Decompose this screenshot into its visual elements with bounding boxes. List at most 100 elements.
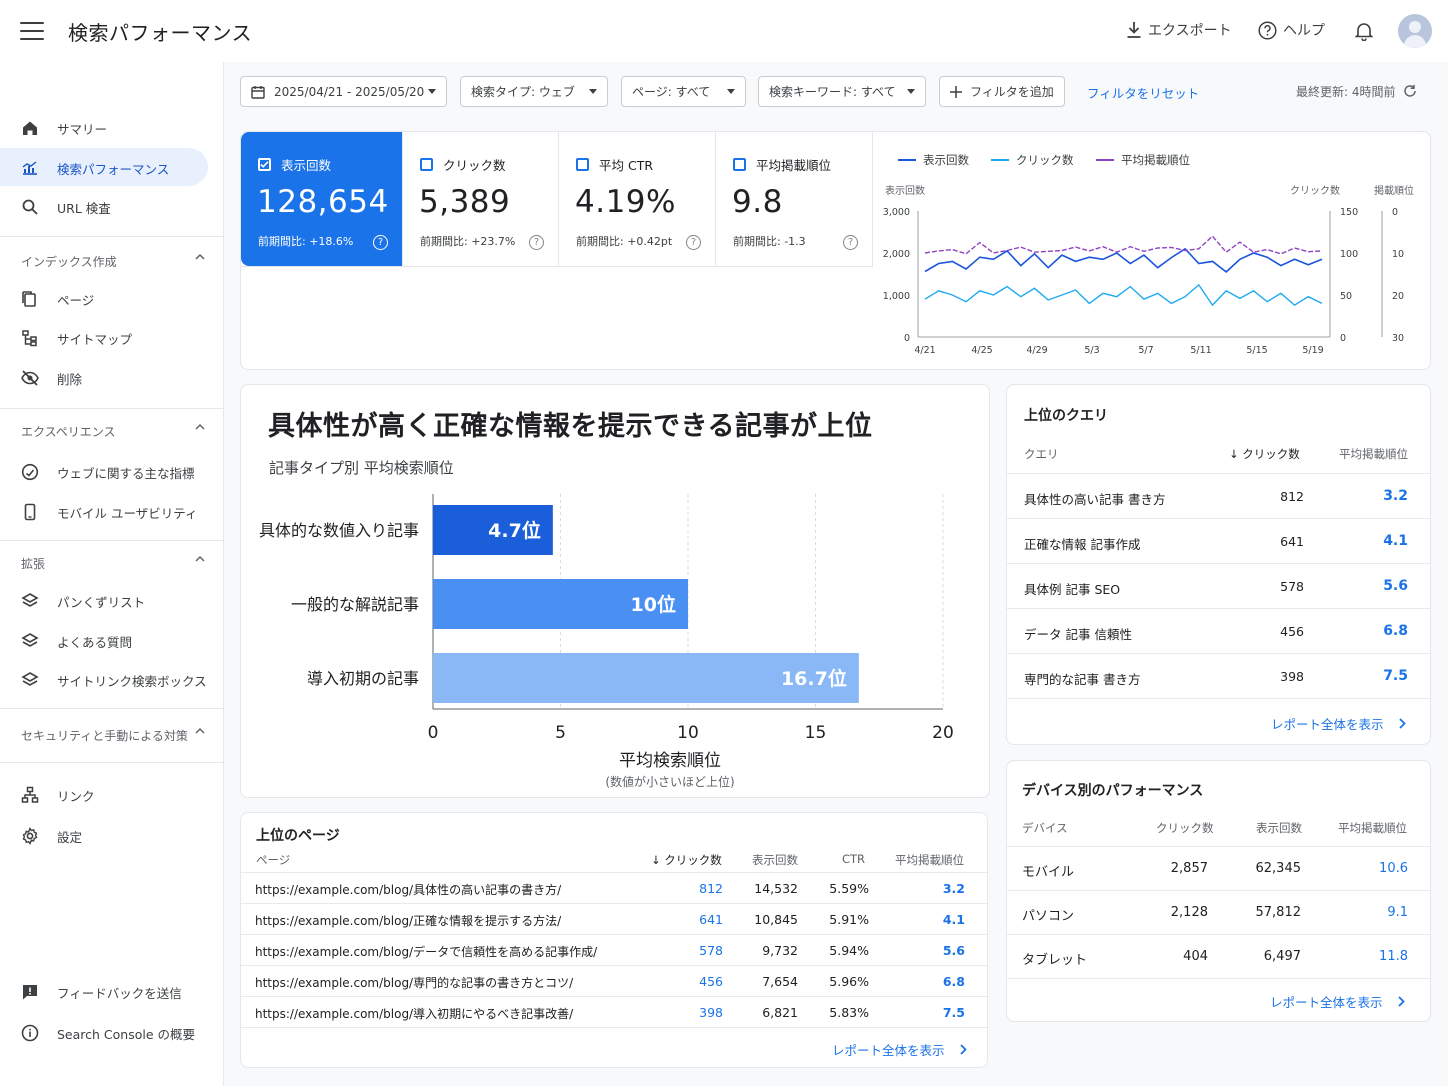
column-header-sorted[interactable]: ↓ クリック数 xyxy=(1229,446,1300,462)
x-tick: 5/15 xyxy=(1246,345,1267,356)
top-queries-title: 上位のクエリ xyxy=(1024,408,1108,424)
sidebar-item-feedback[interactable]: フィードバックを送信 xyxy=(0,972,210,1010)
row-divider xyxy=(1007,978,1430,979)
sidebar-item-removals[interactable]: 削除 xyxy=(0,358,210,396)
query-text[interactable]: 専門的な記事 書き方 xyxy=(1024,669,1140,688)
column-header[interactable]: 表示回数 xyxy=(1256,820,1302,836)
sidebar-item-label: フィードバックを送信 xyxy=(57,986,182,1001)
chevron-right-icon xyxy=(1398,718,1406,729)
column-header-sorted[interactable]: ↓ クリック数 xyxy=(651,852,722,868)
query-text[interactable]: 具体例 記事 SEO xyxy=(1024,579,1120,598)
section-experience[interactable]: エクスペリエンス xyxy=(21,423,211,440)
sidebar-item-summary[interactable]: サマリー xyxy=(0,108,210,146)
x-axis-note: (数値が小さいほど上位) xyxy=(605,774,734,789)
arrow-down-icon: ↓ xyxy=(651,853,665,867)
menu-icon[interactable] xyxy=(20,22,44,40)
chevron-right-icon xyxy=(959,1044,967,1055)
metric-value: 9.8 xyxy=(732,184,783,220)
section-title: インデックス作成 xyxy=(21,255,117,269)
devices-more-link[interactable]: レポート全体を表示 xyxy=(1270,992,1405,1011)
page-url[interactable]: https://example.com/blog/正確な情報を提示する方法/ xyxy=(255,912,561,929)
help-button[interactable]: ヘルプ xyxy=(1258,20,1325,40)
refresh-icon[interactable] xyxy=(1403,84,1417,98)
divider xyxy=(0,236,224,237)
top-pages-more-link[interactable]: レポート全体を表示 xyxy=(832,1040,967,1059)
metric-ctr[interactable]: 平均 CTR 4.19% 前期間比: +0.42pt ? xyxy=(559,132,716,266)
reset-filters-link[interactable]: フィルタをリセット xyxy=(1087,83,1199,102)
help-circle-icon[interactable]: ? xyxy=(843,235,858,250)
query-filter[interactable]: 検索キーワード: すべて xyxy=(758,76,926,107)
device-name: タブレット xyxy=(1022,953,1088,968)
y-left-tick: 1,000 xyxy=(883,291,910,302)
section-enhancements[interactable]: 拡張 xyxy=(21,555,211,572)
sidebar-item-url-inspection[interactable]: URL 検査 xyxy=(0,187,210,225)
metric-position[interactable]: 平均掲載順位 9.8 前期間比: -1.3 ? xyxy=(716,132,873,266)
help-circle-icon[interactable]: ? xyxy=(686,235,701,250)
export-button[interactable]: エクスポート xyxy=(1126,20,1232,40)
x-tick: 5/11 xyxy=(1190,345,1211,356)
clicks-value: 398 xyxy=(699,1005,723,1020)
export-label: エクスポート xyxy=(1148,23,1232,39)
position-value: 7.5 xyxy=(942,1005,965,1020)
column-header[interactable]: クリック数 xyxy=(1156,820,1214,836)
category-label: 一般的な解説記事 xyxy=(291,595,419,614)
notifications-button[interactable] xyxy=(1355,21,1379,41)
sidebar-item-label: サイトリンク検索ボックス xyxy=(57,674,207,689)
impressions-line xyxy=(924,247,1323,273)
sidebar-item-about[interactable]: Search Console の概要 xyxy=(0,1013,210,1051)
sidebar-item-pages[interactable]: ページ xyxy=(0,279,210,317)
sidebar-item-links[interactable]: リンク xyxy=(0,775,210,813)
sidebar-item-settings[interactable]: 設定 xyxy=(0,816,210,854)
column-header[interactable]: CTR xyxy=(842,852,865,866)
clicks-value: 641 xyxy=(1280,534,1304,549)
metric-clicks[interactable]: クリック数 5,389 前期間比: +23.7% ? xyxy=(403,132,559,266)
top-queries-more-link[interactable]: レポート全体を表示 xyxy=(1271,714,1406,733)
metric-impressions[interactable]: 表示回数 128,654 前期間比: +18.6% ? xyxy=(241,132,403,266)
sidebar-item-mobile-usability[interactable]: モバイル ユーザビリティ xyxy=(0,492,210,530)
sidebar-item-core-web-vitals[interactable]: ウェブに関する主な指標 xyxy=(0,452,210,490)
query-text[interactable]: データ 記事 信頼性 xyxy=(1024,624,1132,643)
column-header[interactable]: 平均掲載順位 xyxy=(1339,446,1408,462)
section-security[interactable]: セキュリティと手動による対策 xyxy=(21,727,211,744)
sidebar-item-performance[interactable]: 検索パフォーマンス xyxy=(0,148,208,186)
help-circle-icon[interactable]: ? xyxy=(373,235,388,250)
x-tick: 4/25 xyxy=(971,345,992,356)
position-value: 3.2 xyxy=(1383,488,1408,504)
x-tick-label: 20 xyxy=(932,723,954,743)
sidebar-item-breadcrumbs[interactable]: パンくずリスト xyxy=(0,581,210,619)
legend-swatch xyxy=(898,159,916,161)
y-right2-tick: 0 xyxy=(1392,207,1398,218)
x-tick: 5/19 xyxy=(1302,345,1323,356)
legend-swatch xyxy=(991,159,1009,161)
column-header[interactable]: 表示回数 xyxy=(752,852,798,868)
position-value: 4.1 xyxy=(1383,533,1408,549)
page-filter[interactable]: ページ: すべて xyxy=(621,76,746,107)
query-text[interactable]: 正確な情報 記事作成 xyxy=(1024,534,1140,553)
column-header[interactable]: 平均掲載順位 xyxy=(895,852,964,868)
date-range-filter[interactable]: 2025/04/21 - 2025/05/20 xyxy=(240,76,447,107)
top-pages-title: 上位のページ xyxy=(256,828,340,844)
y-right2-tick: 10 xyxy=(1392,249,1404,260)
sidebar: サマリー 検索パフォーマンス URL 検査 インデックス作成 ページ サイトマッ… xyxy=(0,62,224,1086)
sidebar-item-faq[interactable]: よくある質問 xyxy=(0,621,210,659)
info-icon xyxy=(21,1024,39,1042)
sidebar-item-sitelinks-searchbox[interactable]: サイトリンク検索ボックス xyxy=(0,660,210,698)
page-url[interactable]: https://example.com/blog/導入初期にやるべき記事改善/ xyxy=(255,1005,573,1022)
query-text[interactable]: 具体性の高い記事 書き方 xyxy=(1024,489,1165,508)
sidebar-item-sitemaps[interactable]: サイトマップ xyxy=(0,318,210,356)
search-type-filter[interactable]: 検索タイプ: ウェブ xyxy=(460,76,608,107)
divider xyxy=(0,708,224,709)
page-url[interactable]: https://example.com/blog/データで信頼性を高める記事作成… xyxy=(255,943,597,960)
y-right1-tick: 0 xyxy=(1340,333,1346,344)
clicks-value: 456 xyxy=(699,974,723,989)
page-url[interactable]: https://example.com/blog/具体性の高い記事の書き方/ xyxy=(255,881,561,898)
devices-title: デバイス別のパフォーマンス xyxy=(1022,783,1204,799)
avatar[interactable] xyxy=(1398,14,1432,48)
column-header[interactable]: 平均掲載順位 xyxy=(1338,820,1407,836)
add-filter-button[interactable]: フィルタを追加 xyxy=(939,76,1065,107)
help-circle-icon[interactable]: ? xyxy=(529,235,544,250)
section-index[interactable]: インデックス作成 xyxy=(21,253,211,270)
page-url[interactable]: https://example.com/blog/専門的な記事の書き方とコツ/ xyxy=(255,974,573,991)
metric-change: 前期間比: +23.7% xyxy=(420,235,516,248)
y-right1-tick: 100 xyxy=(1340,249,1358,260)
